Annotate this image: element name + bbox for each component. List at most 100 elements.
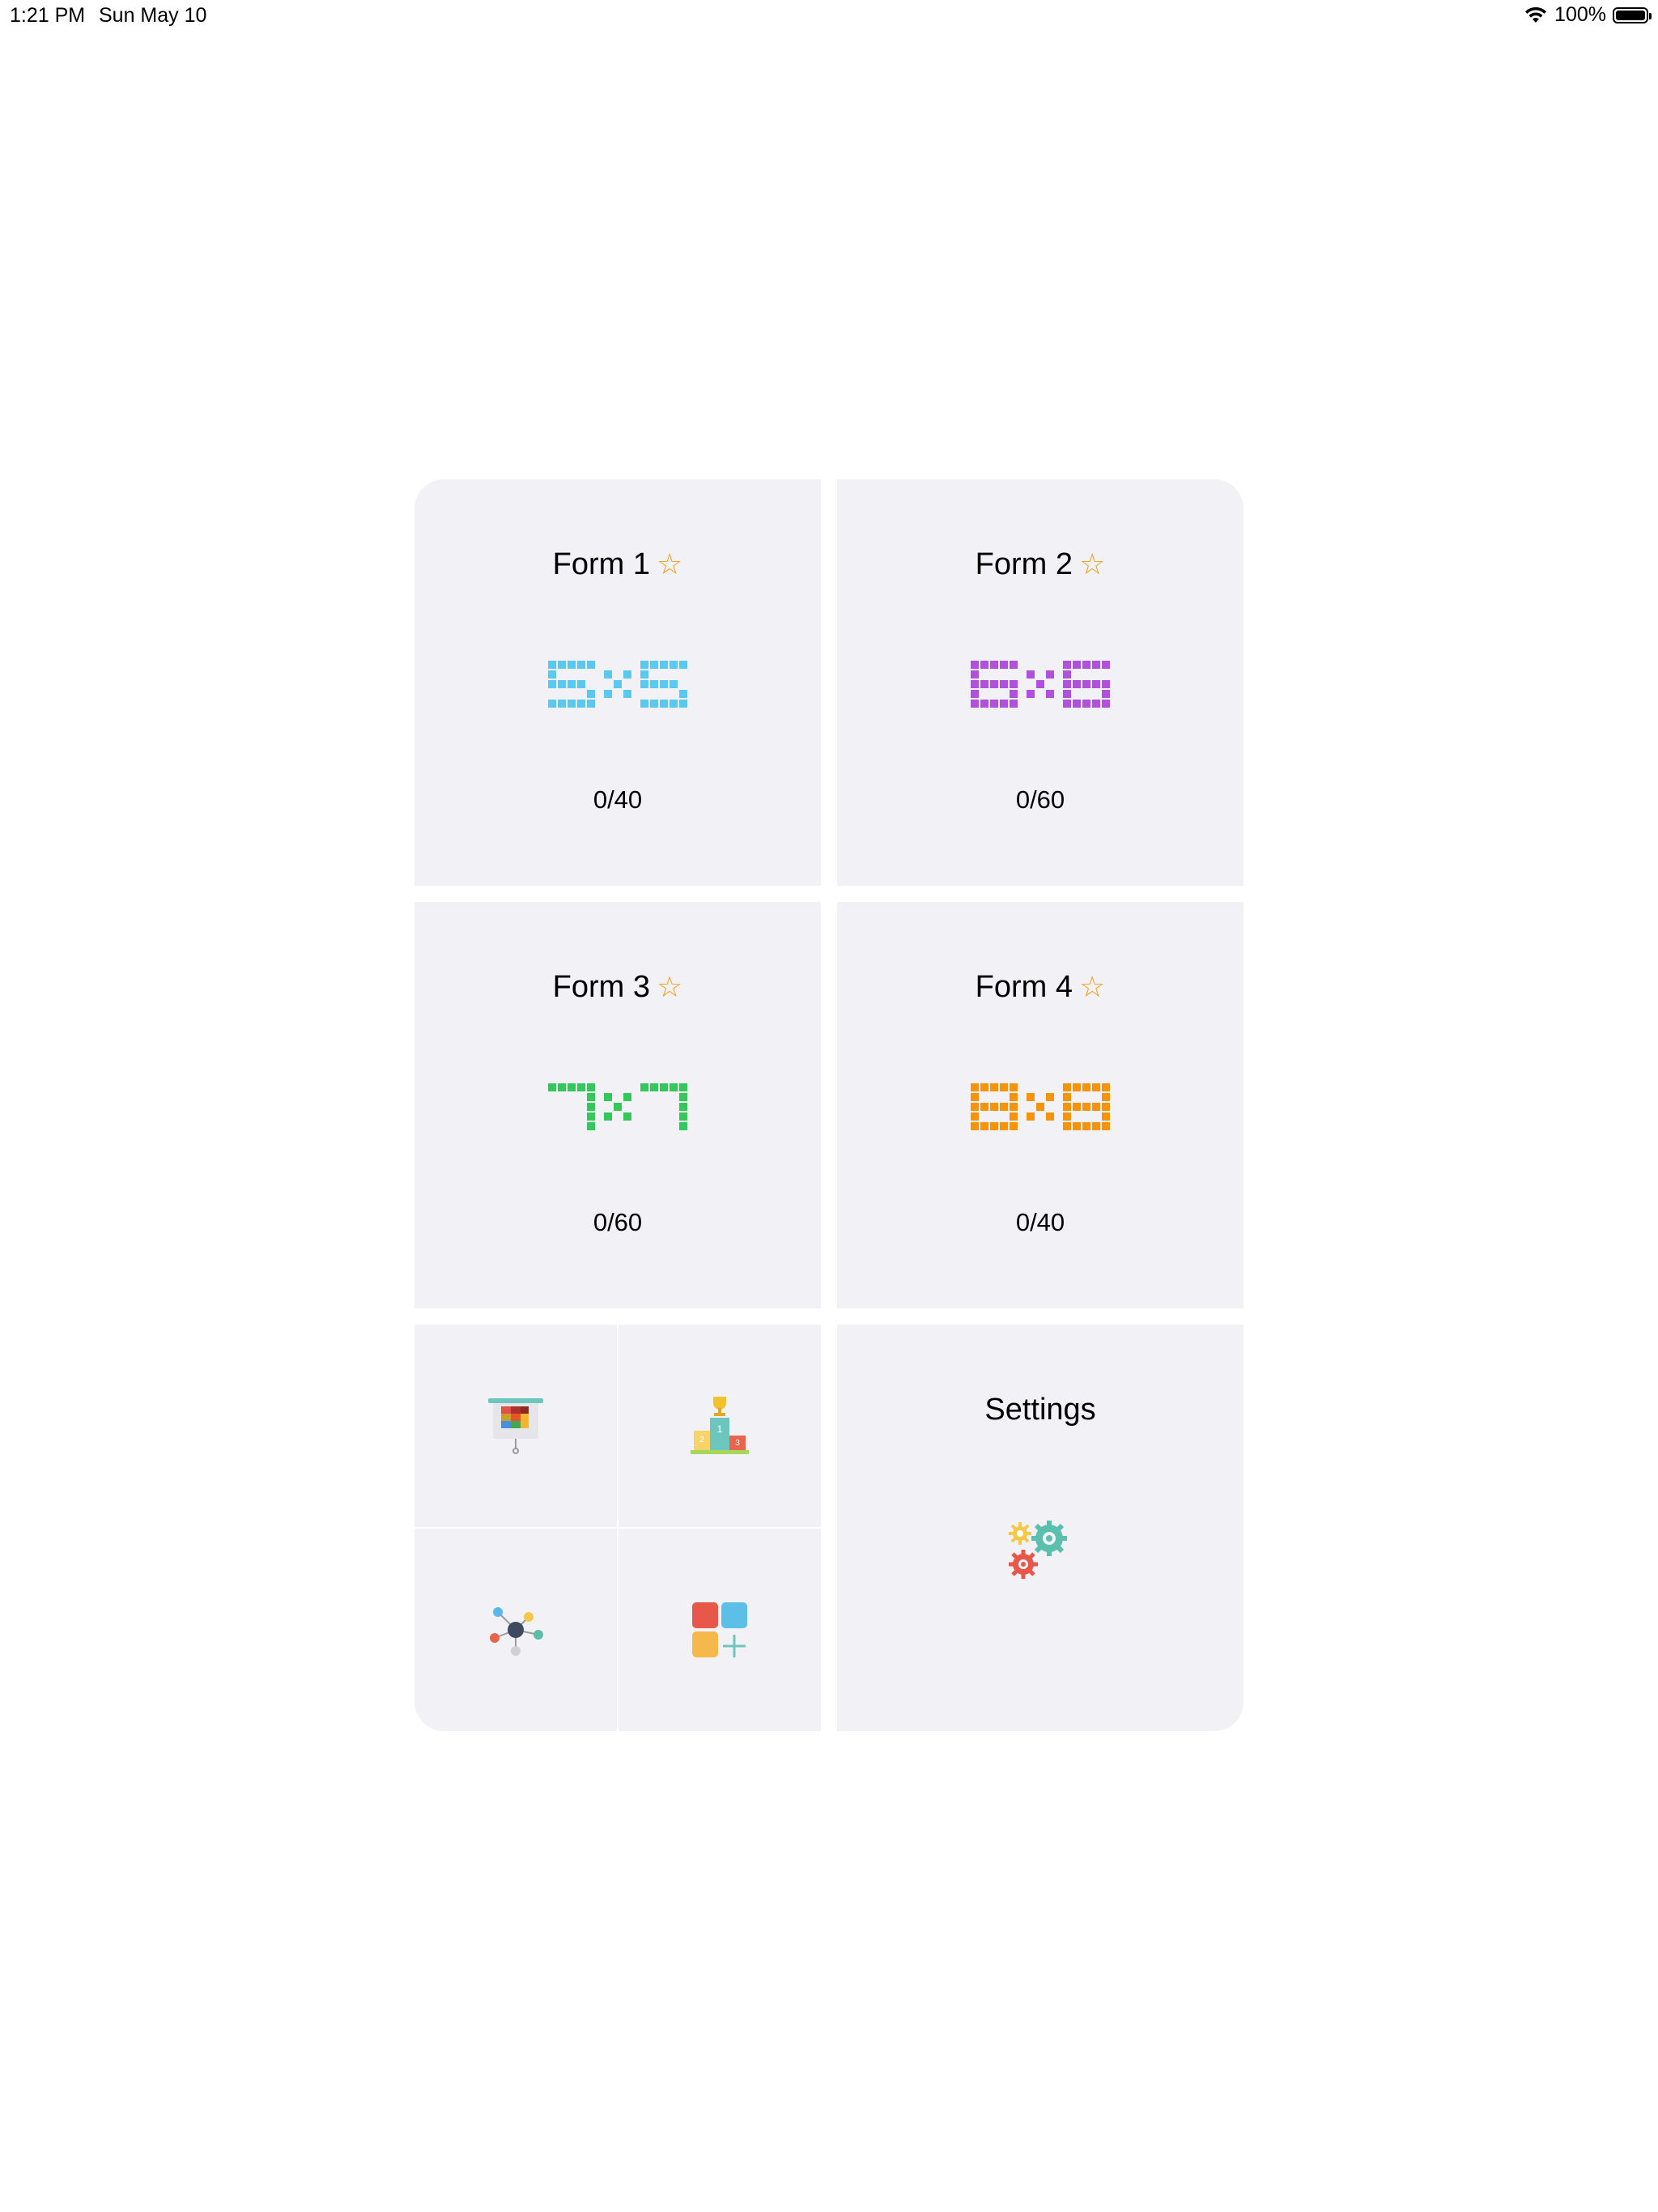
pixel-block bbox=[577, 1083, 585, 1091]
status-bar: 1:21 PM Sun May 10 100% bbox=[0, 0, 1658, 32]
pixel-block bbox=[1063, 1112, 1071, 1121]
pixel-block bbox=[679, 1083, 687, 1091]
pixel-block bbox=[577, 700, 585, 708]
battery-percent: 100% bbox=[1554, 3, 1606, 26]
pixel-block bbox=[548, 700, 556, 708]
pixel-block bbox=[623, 1093, 631, 1101]
pixel-block bbox=[1063, 1122, 1071, 1130]
pixel-block bbox=[1027, 690, 1035, 698]
pixel-block bbox=[1073, 1103, 1081, 1111]
pixel-block bbox=[1092, 1103, 1100, 1111]
pixel-block bbox=[623, 1112, 631, 1121]
network-icon bbox=[490, 1607, 543, 1656]
form-title-3: Form 3 ☆ bbox=[414, 970, 821, 1005]
pixel-block bbox=[587, 700, 595, 708]
pixel-block bbox=[1092, 661, 1100, 669]
pixel-block bbox=[1036, 1103, 1044, 1111]
pixel-block bbox=[1082, 1103, 1090, 1111]
divider bbox=[414, 1527, 821, 1529]
pixel-block bbox=[558, 661, 566, 669]
pixel-block bbox=[640, 670, 648, 678]
form-score-4: 0/40 bbox=[1015, 1208, 1065, 1236]
status-date: Sun May 10 bbox=[99, 4, 207, 27]
pixel-block bbox=[1036, 680, 1044, 688]
pixel-block bbox=[1010, 1103, 1018, 1111]
pixel-block bbox=[1063, 690, 1071, 698]
pixel-block bbox=[604, 1112, 612, 1121]
pixel-block bbox=[1102, 1103, 1110, 1111]
form-title-2: Form 2 ☆ bbox=[837, 547, 1244, 582]
pixel-block bbox=[1063, 661, 1071, 669]
form-score-3: 0/60 bbox=[593, 1208, 643, 1236]
pixel-block bbox=[1010, 700, 1018, 708]
pixel-block bbox=[971, 690, 979, 698]
pixel-block bbox=[587, 1122, 595, 1130]
form-card-3[interactable]: Form 3 ☆ 0/60 bbox=[414, 902, 821, 1308]
pixel-block bbox=[1082, 661, 1090, 669]
pixel-block bbox=[971, 1083, 979, 1091]
pixel-block bbox=[1102, 700, 1110, 708]
pixel-block bbox=[1092, 680, 1100, 688]
pixel-block bbox=[548, 680, 556, 688]
pixel-block bbox=[679, 661, 687, 669]
star-icon: ☆ bbox=[1079, 970, 1106, 1003]
pixel-block bbox=[1010, 1122, 1018, 1130]
pixel-block bbox=[604, 690, 612, 698]
pixel-block bbox=[577, 680, 585, 688]
pixel-block bbox=[587, 1083, 595, 1091]
pixel-block bbox=[660, 1083, 668, 1091]
menu-item-more-apps[interactable] bbox=[619, 1529, 821, 1731]
form-card-4[interactable]: Form 4 ☆ 0/40 bbox=[837, 902, 1244, 1308]
pixel-block bbox=[990, 1103, 998, 1111]
star-icon: ☆ bbox=[657, 970, 683, 1003]
pixel-block bbox=[614, 680, 622, 688]
menu-item-presentation[interactable] bbox=[414, 1325, 617, 1527]
pixel-block bbox=[679, 700, 687, 708]
pixel-block bbox=[1073, 700, 1081, 708]
form-card-2[interactable]: Form 2 ☆ 0/60 bbox=[837, 479, 1244, 886]
form-card-1[interactable]: Form 1 ☆ 0/40 bbox=[414, 479, 821, 886]
pixel-block bbox=[1082, 1122, 1090, 1130]
pixel-block bbox=[1092, 1083, 1100, 1091]
pixel-block bbox=[1010, 661, 1018, 669]
pixel-block bbox=[604, 1093, 612, 1101]
form-title-3-text: Form 3 bbox=[552, 970, 651, 1004]
pixel-block bbox=[971, 670, 979, 678]
pixel-block bbox=[548, 661, 556, 669]
pixel-block bbox=[990, 1122, 998, 1130]
wifi-icon bbox=[1525, 6, 1547, 23]
svg-text:1: 1 bbox=[717, 1423, 723, 1435]
pixel-block bbox=[587, 661, 595, 669]
pixel-block bbox=[679, 1112, 687, 1121]
pixel-block bbox=[640, 680, 648, 688]
menu-item-share[interactable] bbox=[414, 1529, 617, 1731]
pixel-block bbox=[1027, 670, 1035, 678]
pixel-block bbox=[1092, 1122, 1100, 1130]
pixel-5x5-icon bbox=[548, 661, 687, 708]
settings-card[interactable]: Settings bbox=[837, 1325, 1244, 1731]
pixel-block bbox=[1000, 661, 1008, 669]
pixel-block bbox=[1063, 680, 1071, 688]
pixel-block bbox=[1000, 1083, 1008, 1091]
status-time: 1:21 PM bbox=[10, 4, 86, 27]
menu-item-leaderboard[interactable]: 1 2 3 bbox=[619, 1325, 821, 1527]
pixel-block bbox=[670, 1083, 678, 1091]
pixel-block bbox=[1063, 1093, 1071, 1101]
pixel-block bbox=[650, 680, 658, 688]
pixel-block bbox=[640, 1083, 648, 1091]
pixel-block bbox=[568, 661, 576, 669]
settings-title: Settings bbox=[984, 1393, 1096, 1427]
pixel-block bbox=[1027, 1112, 1035, 1121]
pixel-block bbox=[1046, 1093, 1054, 1101]
pixel-block bbox=[1073, 661, 1081, 669]
pixel-block bbox=[971, 661, 979, 669]
pixel-block bbox=[660, 680, 668, 688]
pixel-8x8-icon bbox=[971, 1083, 1110, 1130]
pixel-block bbox=[623, 690, 631, 698]
pixel-block bbox=[1010, 690, 1018, 698]
pixel-block bbox=[568, 1083, 576, 1091]
pixel-block bbox=[1000, 700, 1008, 708]
pixel-7x7-icon bbox=[548, 1083, 687, 1130]
pixel-block bbox=[660, 661, 668, 669]
pixel-block bbox=[1102, 690, 1110, 698]
